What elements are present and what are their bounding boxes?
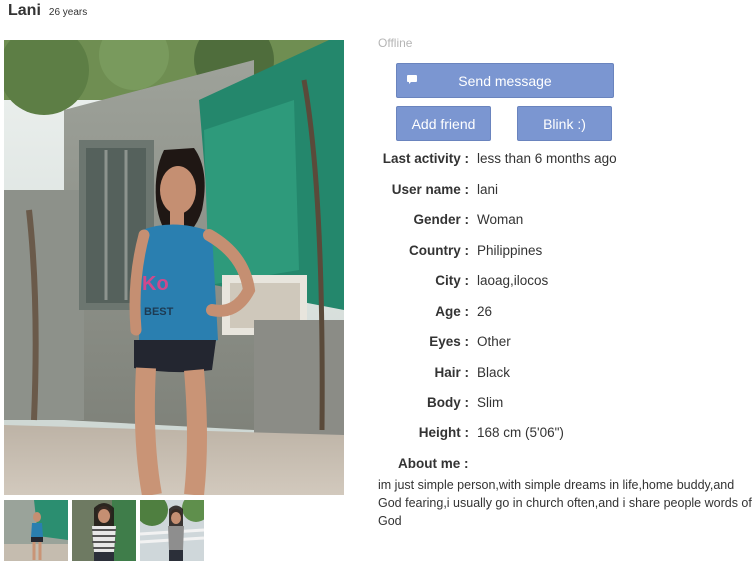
about-me-text: im just simple person,with simple dreams…	[378, 478, 752, 528]
detail-label: Eyes :	[429, 334, 469, 349]
main-photo[interactable]: Ko BEST	[4, 40, 344, 495]
detail-label: Age :	[435, 304, 469, 319]
detail-value: laoag,ilocos	[477, 273, 549, 288]
detail-row-gender: Gender : Woman	[360, 212, 750, 230]
status-offline: Offline	[378, 36, 413, 50]
detail-label: Gender :	[413, 212, 469, 227]
detail-row-country: Country : Philippines	[360, 243, 750, 261]
detail-row-body: Body : Slim	[360, 395, 750, 413]
about-me-label: About me :	[398, 456, 469, 471]
detail-value: 26	[477, 304, 493, 319]
detail-row-age: Age : 26	[360, 304, 750, 322]
thumbnail-3[interactable]	[140, 500, 204, 561]
detail-value: Black	[477, 365, 511, 380]
photo-thumbnails	[4, 500, 204, 561]
thumbnail-1[interactable]	[4, 500, 68, 561]
detail-value: less than 6 months ago	[477, 151, 617, 166]
detail-label: Last activity :	[382, 151, 469, 166]
svg-text:BEST: BEST	[144, 306, 174, 318]
send-message-label: Send message	[458, 72, 552, 89]
add-friend-button[interactable]: Add friend	[396, 106, 491, 141]
detail-value: lani	[477, 182, 499, 197]
detail-value: Philippines	[477, 243, 543, 258]
detail-row-user-name: User name : lani	[360, 182, 750, 200]
svg-text:Ko: Ko	[142, 273, 169, 295]
detail-value: Woman	[477, 212, 524, 227]
profile-name: Lani	[8, 2, 41, 19]
detail-label: Body :	[427, 395, 469, 410]
profile-header: Lani 26 years	[8, 2, 87, 20]
detail-label: Hair :	[434, 365, 469, 380]
detail-value: 168 cm (5'06")	[477, 425, 564, 440]
detail-row-city: City : laoag,ilocos	[360, 273, 750, 291]
send-message-button[interactable]: Send message	[396, 63, 614, 98]
detail-label: User name :	[391, 182, 469, 197]
profile-age: 26 years	[48, 7, 88, 18]
detail-row-hair: Hair : Black	[360, 365, 750, 383]
detail-label: Country :	[409, 243, 469, 258]
detail-row-last-activity: Last activity : less than 6 months ago	[360, 151, 750, 169]
detail-row-height: Height : 168 cm (5'06")	[360, 425, 750, 443]
blink-button[interactable]: Blink :)	[517, 106, 612, 141]
detail-row-eyes: Eyes : Other	[360, 334, 750, 352]
detail-value: Other	[477, 334, 511, 349]
thumbnail-2[interactable]	[72, 500, 136, 561]
detail-label: City :	[435, 273, 469, 288]
chat-bubble-icon	[407, 75, 417, 84]
detail-label: Height :	[418, 425, 469, 440]
detail-value: Slim	[477, 395, 504, 410]
